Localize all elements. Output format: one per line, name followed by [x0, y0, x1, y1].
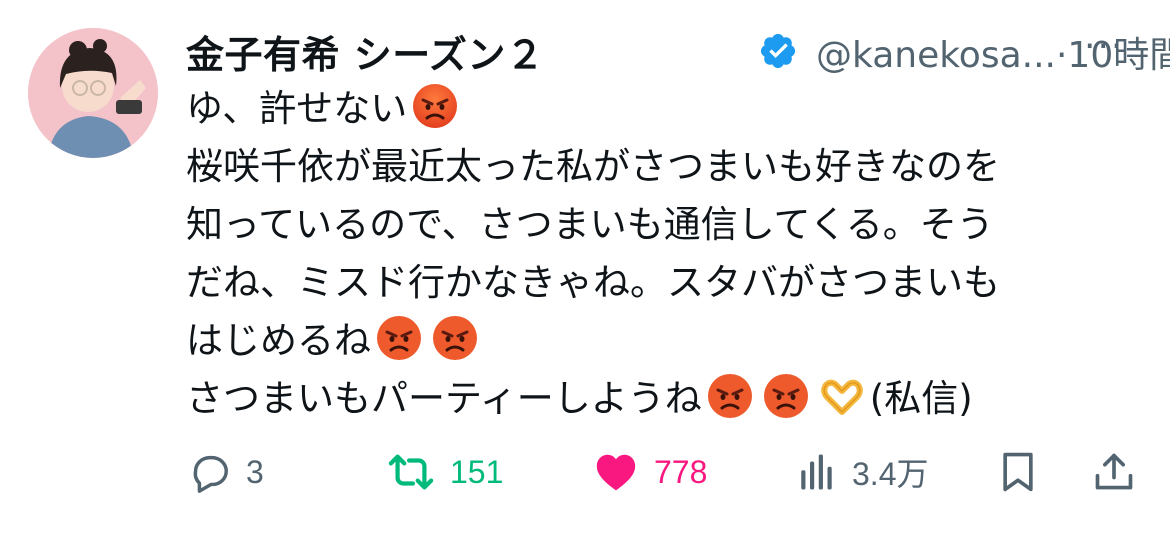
angry-face-emoji: [763, 374, 808, 418]
share-button[interactable]: [1092, 440, 1136, 504]
views-count: 3.4万: [852, 456, 929, 492]
views-icon: [801, 454, 832, 490]
reply-count: 3: [246, 453, 264, 490]
like-button[interactable]: 778: [592, 440, 707, 504]
tweet-line: さつまいもパーティーしようね (私信): [186, 370, 1146, 428]
tweet-line: はじめるね: [186, 312, 1146, 370]
retweet-button[interactable]: 151: [386, 440, 503, 504]
tweet-line-text: ゆ、許せない: [186, 87, 408, 130]
tweet-line-suffix: (私信): [869, 377, 973, 420]
tweet-line-text: だね、ミスド行かなきゃね。スタバがさつまいも: [186, 261, 1000, 304]
more-options-icon[interactable]: ···: [1084, 26, 1124, 67]
tweet-line: だね、ミスド行かなきゃね。スタバがさつまいも: [186, 254, 1146, 312]
tweet-text: ゆ、許せない 桜咲千依が最近太った私がさつまいも好きなのを 知っているので、さつ…: [186, 80, 1146, 428]
tweet-header: 金子有希 シーズン２ @kanekosa...·10時間 ···: [186, 18, 1170, 77]
handle[interactable]: @kanekosa...: [816, 35, 1056, 76]
tweet-line-text: 知っているので、さつまいも通信してくる。そう: [186, 203, 994, 246]
reply-button[interactable]: 3: [186, 440, 264, 504]
tweet-line: ゆ、許せない: [186, 80, 1146, 138]
action-bar: 3 151 778 3.4万: [186, 440, 1146, 504]
verified-badge-icon: [760, 33, 796, 69]
tweet-line-text: はじめるね: [186, 319, 371, 362]
views-button[interactable]: 3.4万: [796, 440, 929, 504]
display-name[interactable]: 金子有希 シーズン２: [186, 24, 544, 79]
angry-face-emoji: [413, 84, 458, 128]
bookmark-icon: [1003, 452, 1033, 492]
share-icon: [1095, 453, 1133, 490]
retweet-count: 151: [450, 453, 504, 490]
angry-face-emoji: [377, 316, 421, 360]
angry-face-emoji: [707, 374, 752, 418]
heart-icon: [596, 454, 636, 491]
bookmark-button[interactable]: [996, 440, 1040, 504]
avatar-image: [28, 28, 158, 158]
avatar[interactable]: [28, 28, 158, 158]
angry-face-emoji: [433, 316, 477, 360]
reply-icon: [193, 455, 228, 493]
retweet-icon: [388, 454, 434, 490]
tweet-line-text: さつまいもパーティーしようね: [186, 377, 702, 420]
tweet-line: 桜咲千依が最近太った私がさつまいも好きなのを: [186, 138, 1146, 196]
like-count: 778: [654, 453, 708, 490]
tweet-line: 知っているので、さつまいも通信してくる。そう: [186, 196, 1146, 254]
heart-hands-emoji: [821, 379, 863, 415]
tweet-line-text: 桜咲千依が最近太った私がさつまいも好きなのを: [186, 145, 1000, 188]
